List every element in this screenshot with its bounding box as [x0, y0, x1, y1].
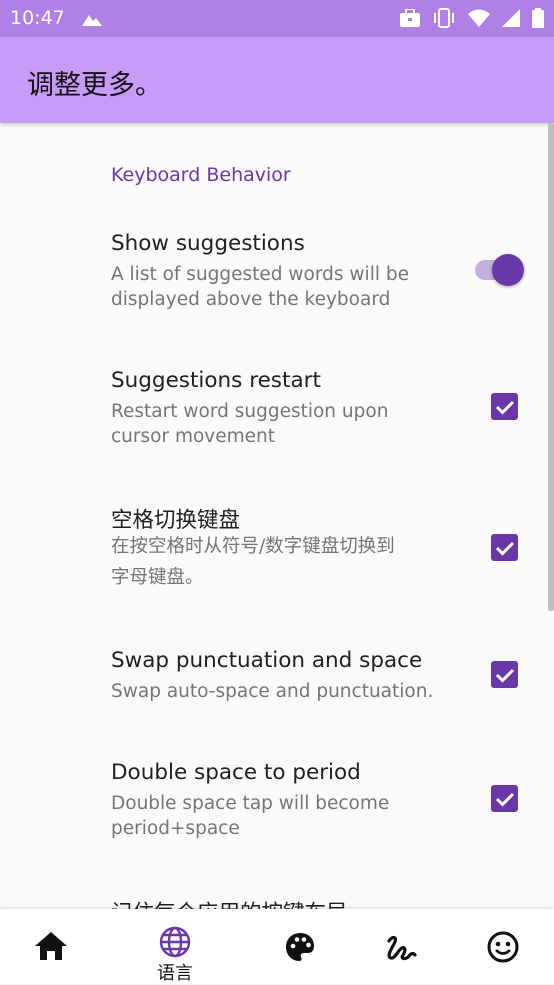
check-icon	[495, 668, 514, 683]
briefcase-icon	[400, 8, 420, 31]
pref-space-switch-keyboard[interactable]: 空格切换键盘 在按空格时从符号/数字键盘切换到 字母键盘。	[0, 493, 554, 613]
nav-item-language[interactable]: 语言	[120, 909, 230, 984]
pref-summary-line1: A list of suggested words will be	[111, 264, 409, 285]
pref-summary-line1: Double space tap will become	[111, 793, 390, 814]
pref-swap-punctuation[interactable]: Swap punctuation and space Swap auto-spa…	[0, 638, 554, 728]
nav-label: 语言	[157, 963, 193, 984]
app-bar: 调整更多。	[0, 37, 554, 123]
wifi-icon	[468, 9, 490, 31]
signal-icon	[502, 9, 520, 31]
pref-summary-line2: displayed above the keyboard	[111, 289, 391, 310]
pref-title: Suggestions restart	[111, 368, 321, 393]
pref-show-suggestions[interactable]: Show suggestions A list of suggested wor…	[0, 221, 554, 335]
vibrate-icon	[432, 8, 456, 32]
pref-summary-line1: Swap auto-space and punctuation.	[111, 681, 434, 702]
nav-item-emoji[interactable]	[448, 909, 554, 984]
status-icons	[400, 8, 544, 32]
gesture-icon	[385, 933, 417, 967]
status-time: 10:47	[10, 7, 65, 29]
check-icon	[495, 792, 514, 807]
battery-icon	[532, 8, 544, 32]
pref-remember-layout-per-app[interactable]: 记住每个应用的按键布局	[0, 886, 554, 909]
notification-mountain-icon	[82, 11, 102, 30]
home-icon	[34, 931, 68, 965]
page-title: 调整更多。	[27, 70, 162, 101]
nav-item-gesture[interactable]	[346, 909, 456, 984]
check-icon	[495, 400, 514, 415]
emoji-icon	[487, 931, 519, 967]
scrollbar[interactable]	[548, 123, 554, 611]
check-icon	[495, 541, 514, 556]
pref-summary-line2: cursor movement	[111, 426, 275, 447]
pref-title: Swap punctuation and space	[111, 648, 423, 673]
checkbox[interactable]	[491, 661, 518, 688]
checkbox[interactable]	[491, 785, 518, 812]
pref-suggestions-restart[interactable]: Suggestions restart Restart word suggest…	[0, 358, 554, 472]
pref-double-space-period[interactable]: Double space to period Double space tap …	[0, 750, 554, 864]
pref-title: 空格切换键盘	[111, 508, 241, 533]
pref-title: Double space to period	[111, 760, 361, 785]
pref-title: 记住每个应用的按键布局	[111, 896, 348, 909]
switch-thumb[interactable]	[492, 254, 524, 286]
pref-summary-line2: period+space	[111, 818, 240, 839]
bottom-nav: 语言	[0, 909, 554, 984]
status-bar: 10:47	[0, 0, 554, 37]
globe-icon	[159, 926, 191, 962]
pref-summary-line1: Restart word suggestion upon	[111, 401, 389, 422]
section-header: Keyboard Behavior	[111, 164, 291, 186]
pref-title: Show suggestions	[111, 231, 305, 256]
nav-item-theme[interactable]	[245, 909, 355, 984]
pref-summary-line1: 在按空格时从符号/数字键盘切换到	[111, 536, 395, 557]
checkbox[interactable]	[491, 534, 518, 561]
checkbox[interactable]	[491, 393, 518, 420]
palette-icon	[285, 932, 315, 966]
pref-summary-line2: 字母键盘。	[111, 567, 204, 588]
settings-list[interactable]: Keyboard Behavior Show suggestions A lis…	[0, 123, 554, 909]
nav-item-home[interactable]	[0, 909, 106, 984]
